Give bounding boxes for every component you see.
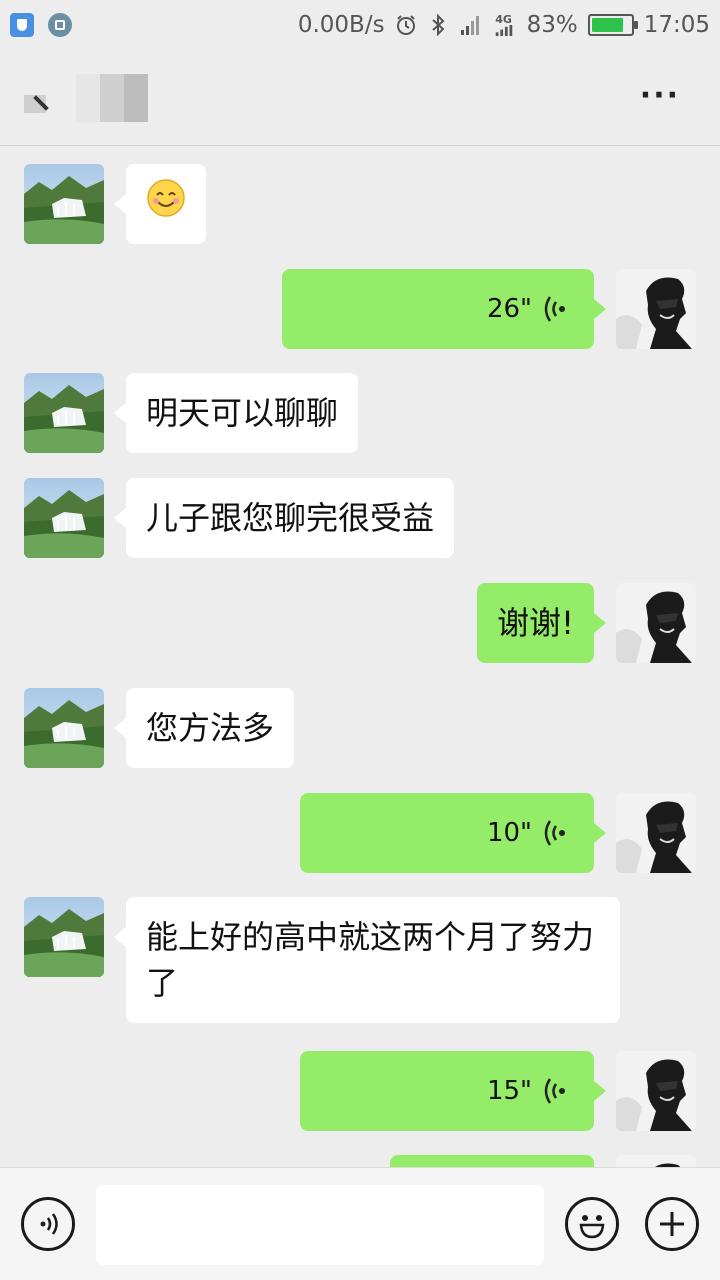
voice-wave-icon: [544, 820, 565, 846]
shield-app-icon: [10, 13, 34, 37]
alarm-icon: [395, 14, 417, 36]
contact-avatar[interactable]: [24, 164, 104, 244]
signal-icon: [459, 14, 481, 36]
battery-icon: [587, 14, 638, 36]
more-dots-icon[interactable]: ···: [640, 81, 680, 111]
bluetooth-icon: [427, 14, 449, 36]
contact-avatar[interactable]: [24, 897, 104, 977]
message-text: 您方法多: [146, 709, 275, 747]
my-avatar[interactable]: [616, 1155, 696, 1167]
clock: 17:05: [643, 12, 710, 38]
message-bubble-incoming[interactable]: 您方法多: [113, 688, 295, 768]
contact-avatar[interactable]: [24, 373, 104, 453]
voice-message-outgoing[interactable]: 10": [300, 793, 606, 873]
message-text: 明天可以聊聊: [146, 394, 339, 432]
plus-button[interactable]: [645, 1197, 699, 1251]
my-avatar[interactable]: [616, 583, 696, 663]
contact-avatar[interactable]: [24, 688, 104, 768]
input-bar: [0, 1167, 720, 1280]
voice-wave-icon: [544, 296, 565, 322]
message-list[interactable]: 26" 明天可以聊聊 儿子跟您聊完很受益 谢谢! 您方法多 10" 能上好的高中…: [0, 147, 720, 1167]
message-text: 儿子跟您聊完很受益: [146, 499, 435, 537]
voice-input-button[interactable]: [21, 1197, 75, 1251]
android-app-icon: [48, 13, 72, 37]
contact-avatar[interactable]: [24, 478, 104, 558]
message-bubble-incoming[interactable]: 明天可以聊聊: [113, 373, 359, 453]
my-avatar[interactable]: [616, 793, 696, 873]
network-4g-icon: 4G: [491, 14, 517, 36]
smile-emoji-icon: [146, 178, 186, 230]
my-avatar[interactable]: [616, 1051, 696, 1131]
voice-duration: 10": [486, 818, 532, 848]
battery-percent: 83%: [526, 12, 578, 38]
voice-message-outgoing[interactable]: 26": [282, 269, 606, 349]
voice-input-icon: [40, 1213, 58, 1235]
emoji-icon: [579, 1215, 605, 1239]
message-text: 谢谢!: [497, 604, 574, 642]
message-bubble-incoming[interactable]: [114, 164, 206, 244]
net-speed: 0.00B/s: [297, 12, 385, 38]
voice-message-outgoing[interactable]: 15": [300, 1051, 606, 1131]
message-bubble-incoming[interactable]: 能上好的高中就这两个月了努力了: [114, 897, 620, 1023]
contact-name-pixelated: [76, 73, 148, 122]
voice-duration: 26": [486, 294, 532, 324]
message-text: 能上好的高中就这两个月了努力了: [146, 918, 595, 1002]
message-bubble-outgoing-partial[interactable]: [390, 1155, 594, 1167]
message-bubble-outgoing[interactable]: 谢谢!: [477, 583, 606, 663]
status-bar: 0.00B/s 4G 83% 17:05: [0, 0, 720, 50]
back-button[interactable]: [24, 73, 54, 123]
chat-header: ···: [0, 50, 720, 146]
message-input[interactable]: [96, 1185, 544, 1265]
network-label: 4G: [495, 13, 512, 26]
voice-duration: 15": [486, 1076, 532, 1106]
battery-level: [591, 18, 624, 32]
voice-wave-icon: [544, 1078, 565, 1104]
emoji-button[interactable]: [565, 1197, 619, 1251]
plus-icon: [660, 1212, 684, 1236]
my-avatar[interactable]: [616, 269, 696, 349]
message-bubble-incoming[interactable]: 儿子跟您聊完很受益: [113, 478, 455, 558]
